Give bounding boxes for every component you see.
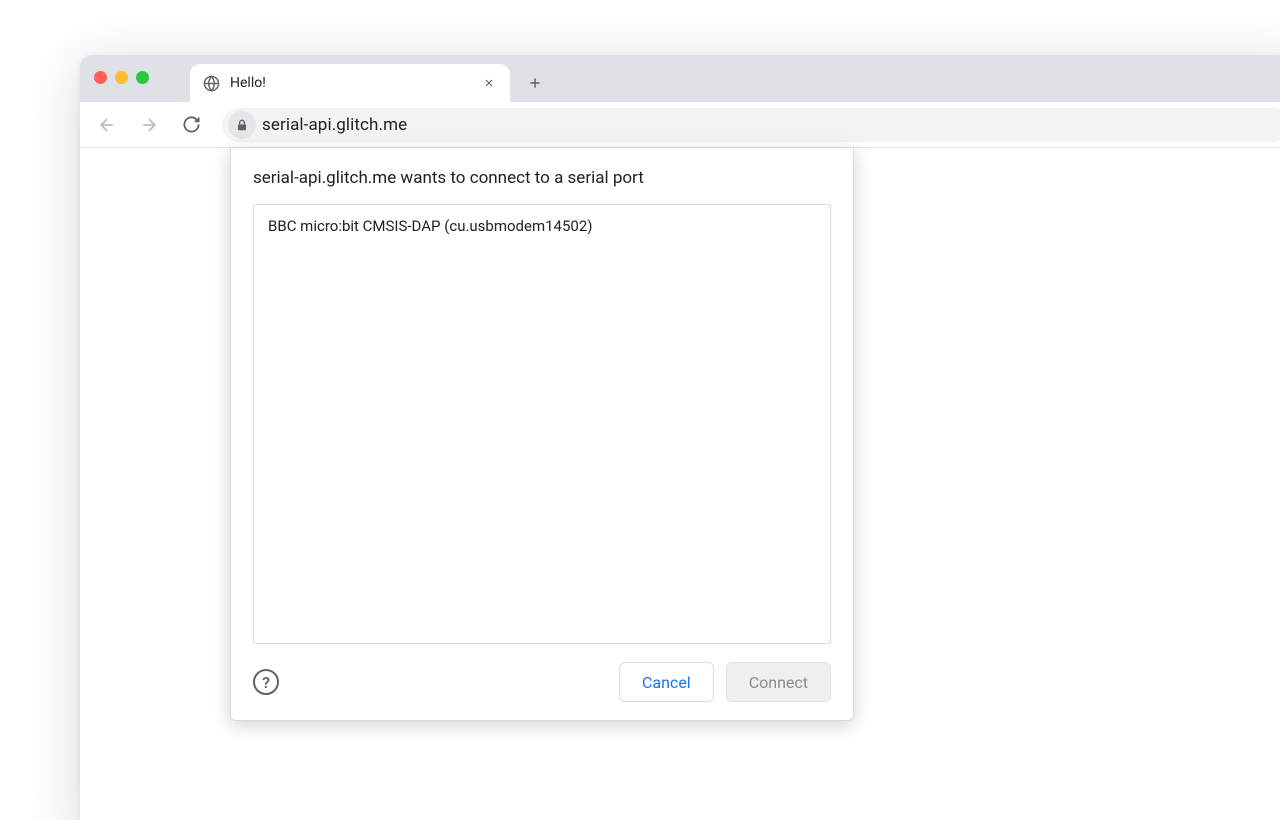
window-traffic-lights: [94, 71, 149, 84]
lock-icon: [235, 118, 249, 132]
globe-icon: [202, 74, 220, 92]
tab-strip: Hello!: [80, 55, 1280, 102]
help-button[interactable]: ?: [253, 669, 279, 695]
prompt-title: serial-api.glitch.me wants to connect to…: [253, 168, 831, 188]
device-item[interactable]: BBC micro:bit CMSIS-DAP (cu.usbmodem1450…: [254, 205, 830, 247]
window-zoom-button[interactable]: [136, 71, 149, 84]
url-text: serial-api.glitch.me: [262, 115, 407, 135]
address-bar[interactable]: serial-api.glitch.me: [222, 108, 1280, 142]
tab-close-button[interactable]: [480, 74, 498, 92]
cancel-button[interactable]: Cancel: [619, 662, 714, 702]
forward-button[interactable]: [132, 108, 166, 142]
stage: Hello!: [0, 0, 1280, 820]
close-icon: [483, 77, 495, 89]
connect-button[interactable]: Connect: [726, 662, 831, 702]
window-close-button[interactable]: [94, 71, 107, 84]
back-button[interactable]: [90, 108, 124, 142]
device-list[interactable]: BBC micro:bit CMSIS-DAP (cu.usbmodem1450…: [253, 204, 831, 644]
site-info-button[interactable]: [228, 111, 256, 139]
arrow-left-icon: [97, 115, 117, 135]
window-minimize-button[interactable]: [115, 71, 128, 84]
help-icon: ?: [262, 673, 270, 692]
page-content: serial-api.glitch.me wants to connect to…: [80, 148, 1280, 820]
serial-port-prompt: serial-api.glitch.me wants to connect to…: [230, 148, 854, 721]
reload-button[interactable]: [174, 108, 208, 142]
tab-title: Hello!: [230, 75, 470, 91]
reload-icon: [182, 115, 201, 134]
new-tab-button[interactable]: [520, 68, 550, 98]
browser-toolbar: serial-api.glitch.me: [80, 102, 1280, 148]
arrow-right-icon: [139, 115, 159, 135]
browser-tab[interactable]: Hello!: [190, 64, 510, 102]
plus-icon: [527, 75, 543, 91]
browser-window: Hello!: [80, 55, 1280, 820]
prompt-footer: ? Cancel Connect: [253, 662, 831, 702]
